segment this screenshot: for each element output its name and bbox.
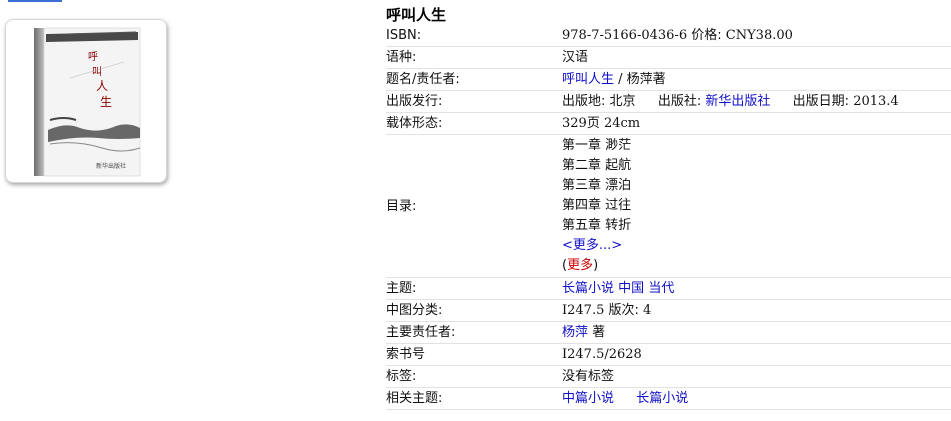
- svg-text:生: 生: [100, 95, 112, 109]
- svg-text:人: 人: [96, 79, 108, 93]
- classification-value: I247.5: [562, 303, 605, 318]
- title-author-separator: /: [614, 72, 627, 87]
- row-classification: 中图分类: I247.5 版次: 4: [386, 299, 951, 322]
- toc-item: 第四章 过往: [562, 198, 632, 213]
- toc-item: 第一章 渺茫: [562, 138, 632, 153]
- title-author-cell: 呼叫人生 / 杨萍著: [562, 68, 951, 91]
- related-label: 相关主题:: [386, 387, 562, 410]
- toc-label: 目录:: [386, 134, 562, 278]
- edition-label: 版次:: [608, 303, 639, 318]
- toc-cell: 第一章 渺茫 第二章 起航 第三章 漂泊 第四章 过往 第五章 转折 <更多..…: [562, 134, 951, 278]
- physical-value: 329页 24cm: [562, 112, 951, 135]
- main-author-cell: 杨萍 著: [562, 321, 951, 344]
- row-title-author: 题名/责任者: 呼叫人生 / 杨萍著: [386, 68, 951, 91]
- tags-value: 没有标签: [562, 365, 951, 388]
- related-link[interactable]: 中篇小说: [562, 391, 614, 406]
- toc-item: 第二章 起航: [562, 158, 632, 173]
- book-cover-image: 呼 叫 人 生 新华出版社: [34, 27, 141, 177]
- subject-link[interactable]: 当代: [648, 281, 674, 296]
- price-value: CNY38.00: [725, 28, 793, 43]
- language-label: 语种:: [386, 46, 562, 69]
- isbn-value-cell: 978-7-5166-0436-6 价格: CNY38.00: [562, 25, 951, 47]
- subject-link[interactable]: 中国: [618, 281, 644, 296]
- row-toc: 目录: 第一章 渺茫 第二章 起航 第三章 漂泊 第四章 过往 第五章 转折 <…: [386, 134, 951, 278]
- author-text: 杨萍著: [626, 72, 666, 87]
- toc-item: 第五章 转折: [562, 218, 632, 233]
- isbn-value: 978-7-5166-0436-6: [562, 28, 688, 43]
- main-author-role: 著: [592, 325, 606, 340]
- row-main-author: 主要责任者: 杨萍 著: [386, 321, 951, 344]
- subject-link[interactable]: 长篇小说: [562, 281, 614, 296]
- date-label: 出版日期:: [792, 94, 850, 109]
- toc-item: 第三章 漂泊: [562, 178, 632, 193]
- price-label: 价格:: [691, 28, 722, 43]
- more-red-link[interactable]: 更多: [567, 258, 593, 273]
- isbn-label: ISBN:: [386, 25, 562, 47]
- row-related: 相关主题: 中篇小说 长篇小说: [386, 387, 951, 410]
- edition-value: 4: [643, 303, 652, 318]
- publisher-label: 出版社:: [657, 94, 702, 109]
- place-value: 北京: [609, 94, 636, 109]
- publication-cell: 出版地: 北京 出版社: 新华出版社 出版日期: 2013.4: [562, 90, 951, 113]
- subject-cell: 长篇小说 中国 当代: [562, 277, 951, 300]
- classification-cell: I247.5 版次: 4: [562, 299, 951, 322]
- publisher-link[interactable]: 新华出版社: [705, 94, 770, 109]
- row-call-number: 索书号 I247.5/2628: [386, 343, 951, 366]
- tags-label: 标签:: [386, 365, 562, 388]
- svg-text:呼: 呼: [88, 51, 98, 63]
- book-cover-card[interactable]: 呼 叫 人 生 新华出版社: [5, 19, 167, 183]
- main-author-link[interactable]: 杨萍: [562, 325, 588, 340]
- title-author-label: 题名/责任者:: [386, 68, 562, 91]
- paren-close: ): [593, 258, 599, 273]
- top-nav-link-underline[interactable]: [8, 0, 62, 2]
- row-publication: 出版发行: 出版地: 北京 出版社: 新华出版社 出版日期: 2013.4: [386, 90, 951, 113]
- toc-more-link[interactable]: <更多...>: [562, 236, 951, 256]
- related-cell: 中篇小说 长篇小说: [562, 387, 951, 410]
- toc-more-red-wrapper: (更多): [562, 256, 951, 276]
- call-number-label: 索书号: [386, 343, 562, 366]
- call-number-value: I247.5/2628: [562, 343, 951, 366]
- row-isbn: ISBN: 978-7-5166-0436-6 价格: CNY38.00: [386, 25, 951, 47]
- row-tags: 标签: 没有标签: [386, 365, 951, 388]
- book-detail-table: ISBN: 978-7-5166-0436-6 价格: CNY38.00 语种:…: [386, 25, 951, 410]
- svg-text:叫: 叫: [92, 66, 102, 78]
- place-label: 出版地:: [562, 94, 606, 109]
- physical-label: 载体形态:: [386, 112, 562, 135]
- subject-label: 主题:: [386, 277, 562, 300]
- title-link[interactable]: 呼叫人生: [562, 72, 614, 87]
- book-title: 呼叫人生: [386, 6, 447, 24]
- svg-text:新华出版社: 新华出版社: [96, 162, 126, 170]
- row-language: 语种: 汉语: [386, 46, 951, 69]
- date-value: 2013.4: [853, 94, 899, 109]
- classification-label: 中图分类:: [386, 299, 562, 322]
- row-subject: 主题: 长篇小说 中国 当代: [386, 277, 951, 300]
- language-value: 汉语: [562, 46, 951, 69]
- main-author-label: 主要责任者:: [386, 321, 562, 344]
- publication-label: 出版发行:: [386, 90, 562, 113]
- related-link[interactable]: 长篇小说: [636, 391, 688, 406]
- row-physical: 载体形态: 329页 24cm: [386, 112, 951, 135]
